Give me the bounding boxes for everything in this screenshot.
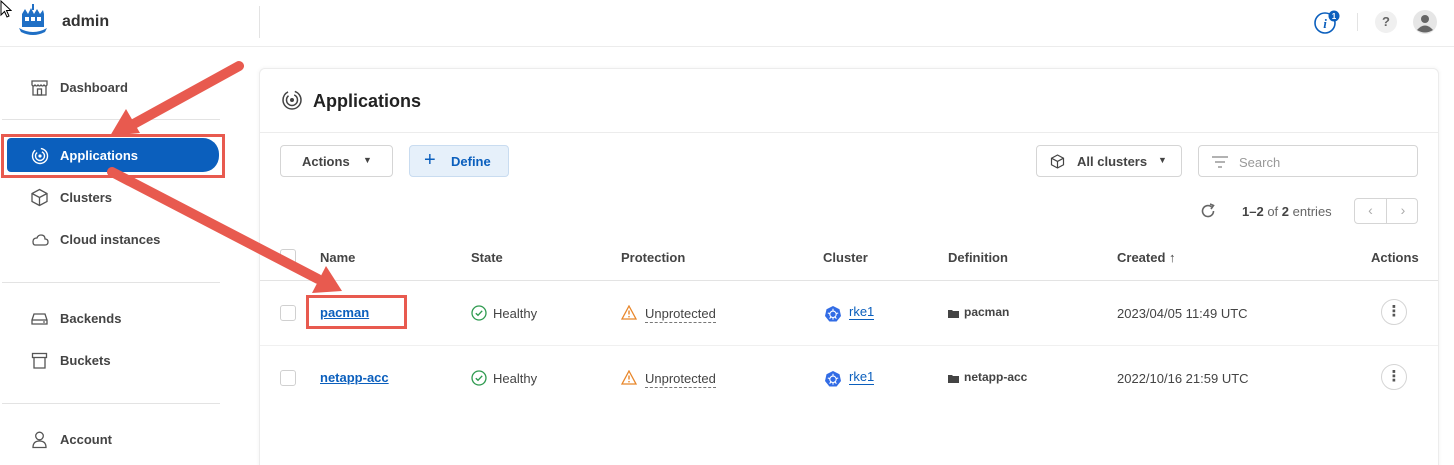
cube-icon	[31, 188, 48, 207]
entries-of: of	[1267, 204, 1279, 219]
sidebar-item-label: Dashboard	[60, 80, 128, 95]
ship-logo-icon	[19, 4, 47, 35]
svg-text:i: i	[1323, 16, 1327, 31]
row-actions-menu-button[interactable]: ⋮	[1381, 364, 1407, 390]
column-header-state[interactable]: State	[471, 250, 503, 265]
sidebar-item-account[interactable]: Account	[0, 421, 258, 457]
row-divider	[260, 345, 1438, 346]
refresh-icon[interactable]	[1199, 202, 1217, 220]
sidebar-divider	[2, 282, 220, 283]
protection-status[interactable]: Unprotected	[645, 306, 716, 323]
search-input[interactable]	[1239, 152, 1409, 172]
column-header-definition[interactable]: Definition	[948, 250, 1008, 265]
entries-unit: entries	[1292, 204, 1332, 219]
column-header-created[interactable]: Created ↑	[1117, 250, 1176, 265]
actions-dropdown-button[interactable]: Actions ▼	[280, 145, 393, 177]
definition-text: pacman	[964, 305, 1010, 319]
top-bar: admin i 1 ?	[0, 0, 1454, 47]
created-timestamp: 2022/10/16 21:59 UTC	[1117, 371, 1249, 386]
sidebar-divider	[2, 119, 220, 120]
sidebar: Dashboard Applications Clusters Cloud in…	[0, 47, 258, 465]
cluster-filter-label: All clusters	[1077, 154, 1148, 169]
state-text: Healthy	[493, 371, 538, 386]
app-name-link[interactable]: pacman	[320, 305, 369, 320]
plus-icon: +	[424, 149, 436, 171]
app-name-link[interactable]: netapp-acc	[320, 370, 389, 385]
folder-icon	[948, 310, 959, 318]
sidebar-item-label: Clusters	[60, 190, 113, 205]
row-actions-menu-button[interactable]: ⋮	[1381, 299, 1407, 325]
column-header-actions: Actions	[1371, 250, 1419, 265]
cluster-link[interactable]: rke1	[849, 369, 875, 385]
entries-total: 2	[1281, 204, 1290, 219]
applications-icon	[31, 147, 49, 165]
applications-icon	[282, 90, 302, 110]
header-divider-right	[1357, 13, 1358, 31]
sidebar-item-label: Account	[60, 432, 112, 447]
actions-label: Actions	[302, 154, 350, 169]
sidebar-item-label: Buckets	[60, 353, 111, 368]
header-divider	[259, 6, 260, 38]
warning-icon	[621, 305, 637, 320]
table-header-divider	[260, 280, 1438, 281]
cluster-link[interactable]: rke1	[849, 304, 875, 320]
title-divider	[260, 132, 1438, 133]
sidebar-item-buckets[interactable]: Buckets	[0, 342, 258, 378]
protection-status[interactable]: Unprotected	[645, 371, 716, 388]
sidebar-item-cloud-instances[interactable]: Cloud instances	[0, 221, 258, 257]
help-icon[interactable]: ?	[1375, 11, 1397, 33]
search-box	[1198, 145, 1418, 177]
define-button[interactable]: + Define	[409, 145, 509, 177]
storage-icon	[31, 313, 48, 325]
user-icon	[32, 431, 47, 449]
created-timestamp: 2023/04/05 11:49 UTC	[1117, 306, 1248, 321]
entries-count: 1–2 of 2 entries	[1242, 204, 1332, 219]
row-checkbox[interactable]	[280, 370, 296, 386]
next-page-button[interactable]: ›	[1387, 199, 1419, 223]
cube-icon	[1050, 154, 1065, 169]
sidebar-item-label: Backends	[60, 311, 122, 326]
user-avatar-icon[interactable]	[1413, 10, 1437, 34]
applications-panel	[259, 68, 1439, 465]
mouse-cursor-icon	[0, 0, 12, 18]
sidebar-item-applications[interactable]: Applications	[0, 138, 258, 174]
column-header-cluster[interactable]: Cluster	[823, 250, 868, 265]
caret-down-icon: ▼	[363, 155, 372, 165]
dashboard-icon	[31, 80, 48, 96]
caret-down-icon: ▼	[1158, 155, 1167, 165]
definition-text: netapp-acc	[964, 370, 1028, 384]
info-notification-icon[interactable]: i 1	[1314, 10, 1340, 34]
sidebar-item-label: Cloud instances	[60, 232, 161, 247]
brand-title: admin	[62, 13, 110, 30]
pagination-controls: ‹ ›	[1354, 198, 1418, 224]
sidebar-item-label: Applications	[60, 148, 139, 163]
sidebar-divider	[2, 403, 220, 404]
state-text: Healthy	[493, 306, 538, 321]
define-label: Define	[451, 154, 491, 169]
column-header-protection[interactable]: Protection	[621, 250, 685, 265]
select-all-checkbox[interactable]	[280, 249, 296, 265]
sidebar-item-backends[interactable]: Backends	[0, 300, 258, 336]
warning-icon	[621, 370, 637, 385]
sidebar-item-clusters[interactable]: Clusters	[0, 179, 258, 215]
column-header-name[interactable]: Name	[320, 250, 355, 265]
sidebar-item-dashboard[interactable]: Dashboard	[0, 69, 258, 105]
row-checkbox[interactable]	[280, 305, 296, 321]
svg-text:1: 1	[1332, 12, 1337, 21]
filter-icon	[1212, 156, 1228, 168]
prev-page-button[interactable]: ‹	[1355, 199, 1387, 223]
entries-range: 1–2	[1242, 204, 1264, 219]
kubernetes-icon	[825, 306, 841, 322]
folder-icon	[948, 375, 959, 383]
page-title: Applications	[313, 91, 422, 111]
check-circle-icon	[471, 370, 487, 386]
cluster-filter-dropdown[interactable]: All clusters ▼	[1036, 145, 1182, 177]
check-circle-icon	[471, 305, 487, 321]
cloud-icon	[32, 234, 49, 246]
kubernetes-icon	[825, 371, 841, 387]
bucket-icon	[31, 352, 48, 369]
